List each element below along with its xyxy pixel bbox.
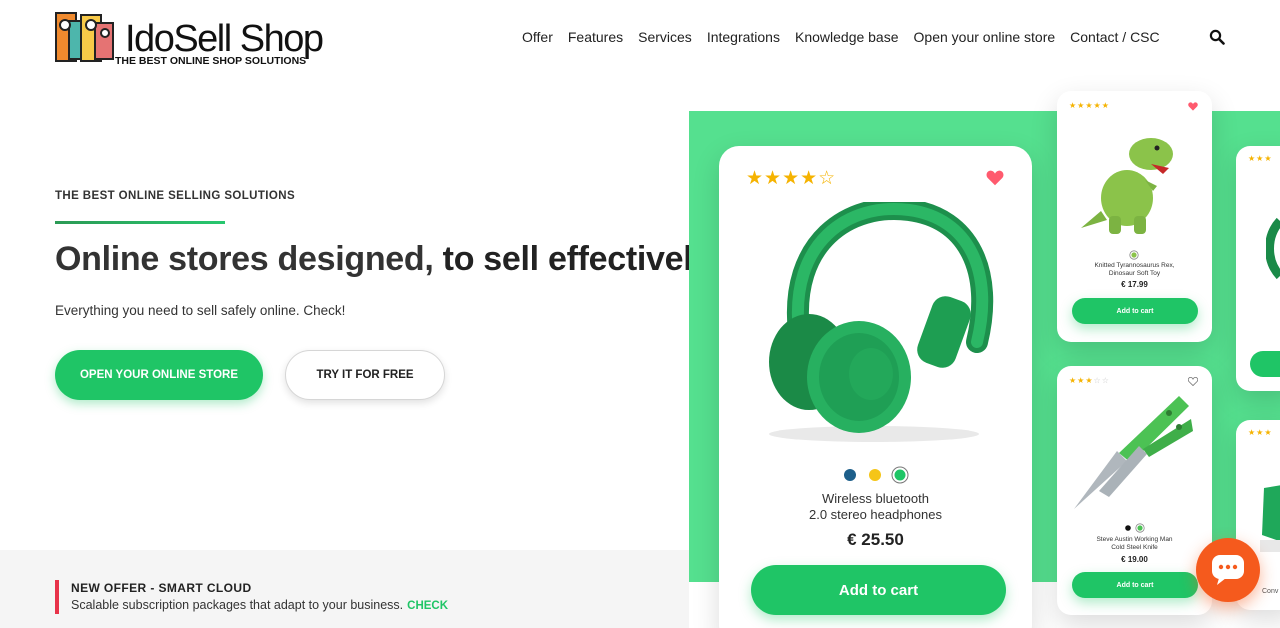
knife-add-to-cart-button[interactable]: Add to cart [1072,572,1198,598]
partial-add-button[interactable] [1250,351,1280,377]
idosell-logo[interactable]: IdoSell Shop THE BEST ONLINE SHOP SOLUTI… [55,11,330,67]
main-nav: Offer Features Services Integrations Kno… [522,29,1175,45]
headphones-name-line2: 2.0 stereo headphones [809,507,942,522]
headphones-name-line1: Wireless bluetooth [822,491,929,506]
knife-rating-stars: ★★★☆☆ [1069,376,1110,385]
knife-price: € 19.00 [1121,555,1148,564]
partial-rating-stars: ★★★ [1248,428,1273,437]
headphones-name: Wireless bluetooth 2.0 stereo headphones [719,491,1032,523]
partial-rating-stars: ★★★ [1248,154,1273,163]
product-card-dinosaur: ★★★★★ Knitted Tyrannosaurus Rex, Dinosaur… [1057,91,1212,342]
heart-outline-icon[interactable] [1188,377,1198,386]
open-store-button[interactable]: OPEN YOUR ONLINE STORE [55,350,263,400]
headphones-rating-stars: ★★★★☆ [746,168,837,189]
logo-figures-icon [55,12,114,62]
offer-description: Scalable subscription packages that adap… [71,598,404,612]
offer-title: NEW OFFER - SMART CLOUD [71,581,252,595]
hero-eyebrow: THE BEST ONLINE SELLING SOLUTIONS [55,190,296,202]
partial-card-text: Conv [1262,588,1279,595]
headphones-image [769,202,994,442]
headline-bold: to sell effectively [442,240,712,278]
nav-item-offer[interactable]: Offer [522,29,553,45]
hero-subline: Everything you need to sell safely onlin… [55,303,346,318]
chat-bubble-icon [1212,555,1244,585]
product-card-headphones: ★★★★☆ Wireless bluetooth 2.0 stereo head… [719,146,1032,628]
partial-sneaker-icon [1260,485,1280,552]
offer-accent [55,580,59,614]
nav-item-knowledge-base[interactable]: Knowledge base [795,29,899,45]
partial-product-card: ★★★ [1236,146,1280,391]
nav-item-contact[interactable]: Contact / CSC [1070,29,1159,45]
offer-check-link[interactable]: CHECK [407,600,448,612]
nav-item-features[interactable]: Features [568,29,623,45]
eyebrow-underline [55,221,225,224]
nav-item-open-store[interactable]: Open your online store [914,29,1056,45]
offer-text: Scalable subscription packages that adap… [71,598,448,612]
knife-name: Steve Austin Working Man Cold Steel Knife [1057,536,1212,552]
dino-name: Knitted Tyrannosaurus Rex, Dinosaur Soft … [1057,262,1212,278]
knife-image [1074,396,1193,509]
dino-swatch-selected[interactable] [1129,250,1139,260]
try-free-button[interactable]: TRY IT FOR FREE [285,350,445,400]
nav-item-integrations[interactable]: Integrations [707,29,780,45]
dino-name-line1: Knitted Tyrannosaurus Rex, [1094,262,1175,269]
dino-price: € 17.99 [1121,280,1148,289]
headphones-add-to-cart-button[interactable]: Add to cart [751,565,1006,615]
search-icon[interactable] [1209,29,1225,45]
knife-swatches[interactable] [1124,523,1146,533]
headphones-color-swatches[interactable] [841,466,913,484]
chat-button[interactable] [1196,538,1260,602]
hero-headline: Online stores designed, to sell effectiv… [55,240,711,279]
headphones-price: € 25.50 [847,530,904,549]
product-card-knife: ★★★☆☆ Steve Austin Working Man Cold Steel… [1057,366,1212,615]
logo-wordmark: IdoSell Shop [125,18,323,60]
dinosaur-toy-image [1081,138,1173,234]
partial-headphones-icon [1266,217,1280,280]
heart-icon[interactable] [1188,102,1198,111]
dino-name-line2: Dinosaur Soft Toy [1108,270,1161,277]
dino-add-to-cart-button[interactable]: Add to cart [1072,298,1198,324]
knife-name-line1: Steve Austin Working Man [1096,536,1173,543]
logo-tagline: THE BEST ONLINE SHOP SOLUTIONS [115,55,306,67]
heart-icon[interactable] [986,170,1004,186]
knife-name-line2: Cold Steel Knife [1111,544,1158,551]
headline-regular: Online stores designed, [55,240,443,278]
dino-rating-stars: ★★★★★ [1069,101,1110,110]
nav-item-services[interactable]: Services [638,29,692,45]
